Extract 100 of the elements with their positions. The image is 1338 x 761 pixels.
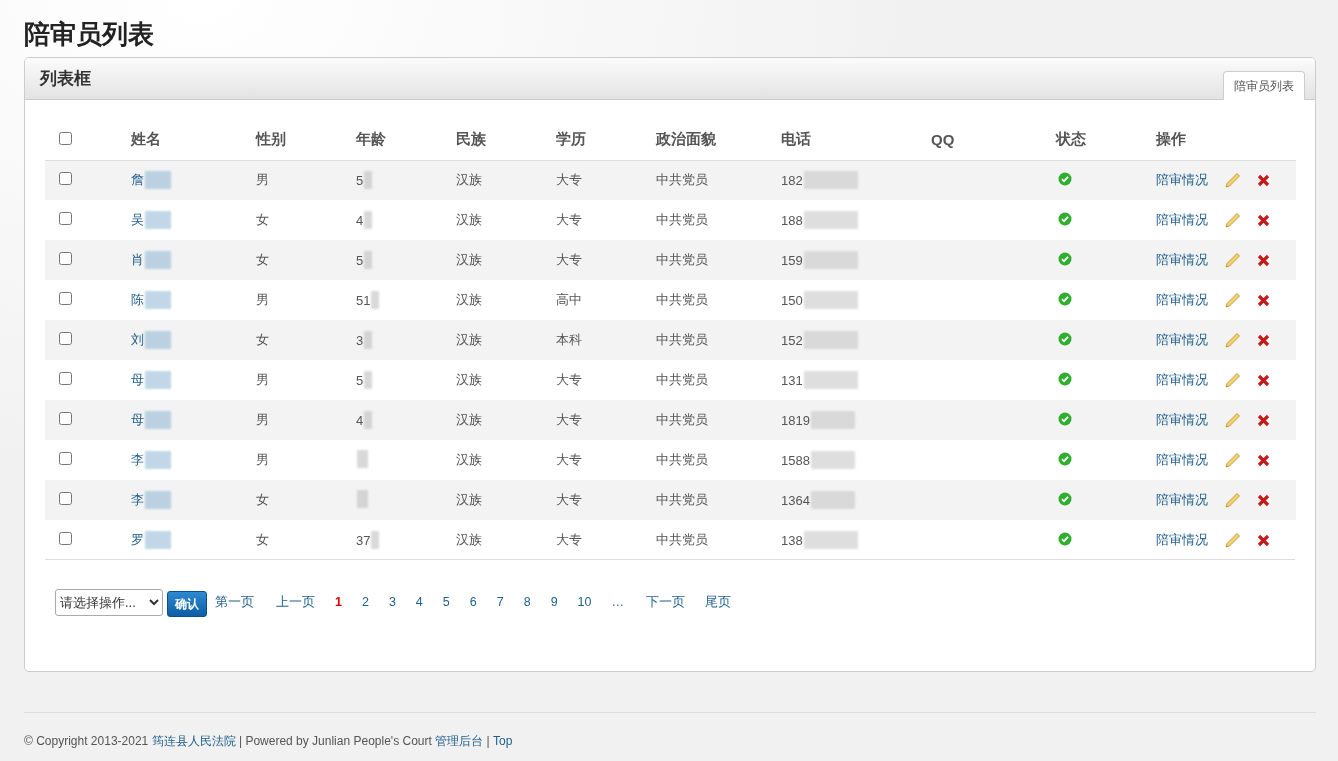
row-checkbox[interactable] (59, 292, 72, 305)
name-link[interactable]: 母 (131, 371, 144, 389)
delete-icon[interactable] (1257, 373, 1270, 387)
table-cell: 中共党员 (656, 360, 781, 400)
copyright-text: © Copyright 2013-2021 (24, 734, 149, 748)
admin-link[interactable]: 管理后台 (435, 734, 484, 748)
column-header: 姓名 (131, 120, 256, 160)
action-link[interactable]: 陪审情况 (1156, 251, 1208, 269)
pagination-link[interactable]: … (611, 595, 624, 609)
pagination-link[interactable]: 下一页 (646, 593, 685, 611)
delete-icon[interactable] (1257, 493, 1270, 507)
action-select[interactable]: 请选择操作... (55, 588, 163, 616)
pagination-link[interactable]: 1 (335, 595, 342, 609)
action-link[interactable]: 陪审情况 (1156, 451, 1208, 469)
redaction-blur (810, 451, 855, 469)
table-cell: 5 (356, 172, 364, 188)
row-checkbox[interactable] (59, 212, 72, 225)
name-link[interactable]: 陈 (131, 291, 144, 309)
table-cell: 1588 (781, 452, 810, 468)
redaction-blur (803, 331, 858, 349)
row-checkbox[interactable] (59, 412, 72, 425)
redaction-blur (145, 291, 171, 309)
redaction-blur (803, 211, 858, 229)
table-cell: 1364 (781, 492, 810, 508)
table-cell: 159 (781, 252, 803, 268)
table-cell: 女 (256, 520, 356, 560)
action-link[interactable]: 陪审情况 (1156, 211, 1208, 229)
pagination-link[interactable]: 5 (442, 595, 450, 609)
name-link[interactable]: 李 (131, 451, 144, 469)
action-link[interactable]: 陪审情况 (1156, 291, 1208, 309)
table-cell: 4 (356, 412, 364, 428)
name-link[interactable]: 李 (131, 491, 144, 509)
table-cell: 汉族 (456, 480, 556, 520)
action-link[interactable]: 陪审情况 (1156, 371, 1208, 389)
action-link[interactable]: 陪审情况 (1156, 411, 1208, 429)
row-checkbox[interactable] (59, 252, 72, 265)
row-checkbox[interactable] (59, 372, 72, 385)
table-cell: 汉族 (456, 160, 556, 200)
table-cell: 中共党员 (656, 320, 781, 360)
column-header: 政治面貌 (656, 120, 781, 160)
pagination-link[interactable]: 9 (550, 595, 558, 609)
table-cell: 汉族 (456, 400, 556, 440)
panel-tab[interactable]: 陪审员列表 (1223, 71, 1305, 100)
table-cell: 1819 (781, 412, 810, 428)
name-link[interactable]: 刘 (131, 331, 144, 349)
name-link[interactable]: 詹 (131, 171, 144, 190)
pagination-link[interactable]: 上一页 (276, 593, 315, 611)
table-cell: 中共党员 (656, 520, 781, 560)
redaction-blur (145, 411, 171, 429)
table-cell: 女 (256, 200, 356, 240)
table-cell: 本科 (556, 320, 656, 360)
pagination-link[interactable]: 2 (361, 595, 369, 609)
row-checkbox[interactable] (59, 492, 72, 505)
name-link[interactable]: 罗 (131, 531, 144, 549)
court-link[interactable]: 筠连县人民法院 (151, 734, 236, 748)
delete-icon[interactable] (1257, 253, 1270, 267)
redaction-blur (145, 251, 171, 269)
column-header: 民族 (456, 120, 556, 160)
action-link[interactable]: 陪审情况 (1156, 171, 1208, 190)
column-header: 年龄 (356, 120, 456, 160)
pagination-link[interactable]: 尾页 (705, 593, 731, 611)
name-link[interactable]: 母 (131, 411, 144, 429)
action-link[interactable]: 陪审情况 (1156, 331, 1208, 349)
name-link[interactable]: 肖 (131, 251, 144, 269)
action-link[interactable]: 陪审情况 (1156, 491, 1208, 509)
table-cell: 中共党员 (656, 440, 781, 480)
table-cell: 女 (256, 240, 356, 280)
select-all-checkbox[interactable] (59, 132, 72, 146)
pagination-link[interactable]: 8 (523, 595, 531, 609)
pagination-link[interactable]: 3 (388, 595, 396, 609)
row-checkbox[interactable] (59, 332, 72, 345)
table-cell: 男 (256, 400, 356, 440)
table-cell: 汉族 (456, 320, 556, 360)
delete-icon[interactable] (1257, 413, 1270, 427)
pagination-link[interactable]: 7 (496, 595, 504, 609)
page-title: 陪审员列表 (24, 18, 155, 51)
redaction-blur (810, 411, 855, 429)
pagination-link[interactable]: 6 (469, 595, 477, 609)
delete-icon[interactable] (1257, 533, 1270, 547)
row-checkbox[interactable] (59, 172, 72, 186)
delete-icon[interactable] (1257, 213, 1270, 227)
name-link[interactable]: 吴 (131, 211, 144, 229)
table-cell: 150 (781, 292, 803, 308)
table-cell: 中共党员 (656, 200, 781, 240)
row-checkbox[interactable] (59, 452, 72, 465)
table-cell: 4 (356, 212, 364, 228)
pagination-link[interactable]: 第一页 (215, 593, 254, 611)
row-checkbox[interactable] (59, 532, 72, 545)
action-link[interactable]: 陪审情况 (1156, 531, 1208, 549)
top-link[interactable]: Top (492, 734, 513, 748)
delete-icon[interactable] (1257, 453, 1270, 467)
pagination-link[interactable]: 10 (577, 595, 592, 609)
pagination-link[interactable]: 4 (415, 595, 423, 609)
confirm-button[interactable]: 确认 (167, 591, 207, 617)
delete-icon[interactable] (1257, 173, 1270, 187)
table-cell: 汉族 (456, 520, 556, 560)
table-cell: 大专 (556, 440, 656, 480)
delete-icon[interactable] (1257, 333, 1270, 347)
delete-icon[interactable] (1257, 293, 1270, 307)
redaction-blur (357, 489, 368, 508)
